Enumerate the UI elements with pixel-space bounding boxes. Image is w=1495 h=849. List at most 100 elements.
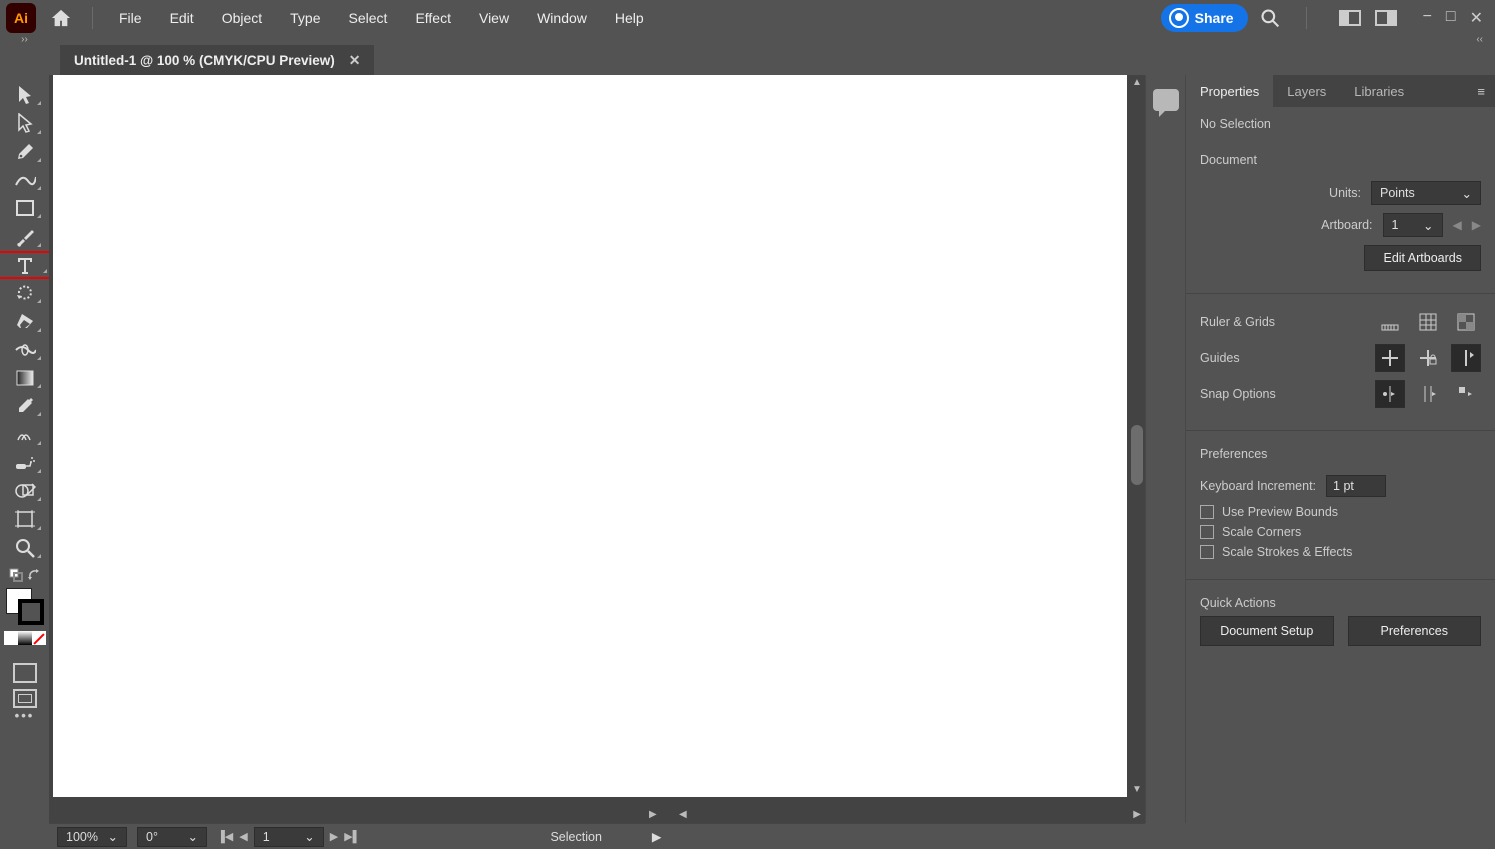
next-artboard-icon[interactable]: ▶ [1472,218,1481,232]
preferences-button[interactable]: Preferences [1348,616,1482,646]
zoom-level-dropdown[interactable]: 100% ⌄ [57,827,127,847]
first-artboard-icon[interactable]: ▐◀ [217,830,233,843]
artboard[interactable] [53,75,1127,797]
swap-fill-stroke-icon[interactable] [27,568,41,582]
fill-stroke-control[interactable] [6,588,44,625]
menu-help[interactable]: Help [603,4,656,32]
canvas-viewport[interactable]: ▲ ▼ [49,75,1145,807]
symbol-sprayer-tool[interactable] [3,449,47,477]
edit-toolbar-icon[interactable]: ••• [15,708,35,723]
vertical-scrollbar[interactable]: ▲ ▼ [1129,75,1145,797]
paintbrush-tool[interactable] [3,222,47,250]
scroll-right-icon[interactable]: ▶ [649,809,657,820]
close-document-icon[interactable]: ✕ [349,52,361,69]
snap-grid-icon[interactable] [1413,380,1443,408]
chevron-down-icon: ⌄ [108,829,118,844]
next-artboard-icon[interactable]: ▶ [330,830,338,843]
window-minimize-icon[interactable]: − [1423,8,1432,28]
eraser-tool[interactable] [3,307,47,335]
zoom-tool[interactable] [3,534,47,562]
document-tab[interactable]: Untitled-1 @ 100 % (CMYK/CPU Preview) ✕ [60,45,374,75]
scale-strokes-checkbox[interactable]: Scale Strokes & Effects [1200,545,1481,559]
snap-point-icon[interactable] [1375,380,1405,408]
search-button[interactable] [1260,8,1280,28]
menubar-separator-2 [1306,7,1307,29]
stroke-swatch[interactable] [18,599,44,625]
keyboard-increment-input[interactable]: 1 pt [1326,475,1386,497]
color-mode-solid-icon[interactable] [4,631,18,645]
artboard-dropdown[interactable]: 1 ⌄ [1383,213,1443,237]
document-tab-bar: Untitled-1 @ 100 % (CMYK/CPU Preview) ✕ [0,45,1495,75]
tab-properties[interactable]: Properties [1186,75,1273,107]
use-preview-bounds-checkbox[interactable]: Use Preview Bounds [1200,505,1481,519]
menu-edit[interactable]: Edit [158,4,206,32]
rectangle-tool[interactable] [3,194,47,222]
workspace-layout-a-icon[interactable] [1339,10,1361,26]
share-label: Share [1195,10,1234,26]
prev-artboard-icon[interactable]: ◀ [1453,218,1462,232]
selection-tool[interactable] [3,81,47,109]
horizontal-scrollbar[interactable]: ▶ ◀ ▶ [49,807,1145,823]
curvature-tool[interactable] [3,166,47,194]
window-maximize-icon[interactable]: □ [1446,8,1456,28]
menu-effect[interactable]: Effect [403,4,463,32]
units-dropdown[interactable]: Points ⌄ [1371,181,1481,205]
scroll-down-icon[interactable]: ▼ [1132,784,1142,795]
workspace-layout-b-icon[interactable] [1375,10,1397,26]
scroll-right-stop-icon[interactable]: ▶ [1133,809,1141,820]
shape-builder-tool[interactable] [3,477,47,505]
menu-select[interactable]: Select [337,4,400,32]
comments-panel-icon[interactable] [1153,89,1179,111]
artboard-nav-dropdown[interactable]: 1 ⌄ [254,827,324,847]
width-tool[interactable] [3,336,47,364]
rotate-view-dropdown[interactable]: 0° ⌄ [137,827,207,847]
main-area: ••• ▲ ▼ ▶ ◀ ▶ Properties Layers Librarie… [0,75,1495,823]
panel-collapse-icon[interactable]: ‹‹ [1145,35,1495,45]
smart-guides-icon[interactable] [1451,344,1481,372]
menu-type[interactable]: Type [278,4,332,32]
guides-lock-icon[interactable] [1413,344,1443,372]
menubar: Ai File Edit Object Type Select Effect V… [0,0,1495,35]
menu-view[interactable]: View [467,4,521,32]
panel-menu-icon[interactable]: ≡ [1467,75,1495,107]
menu-window[interactable]: Window [525,4,599,32]
share-button[interactable]: Share [1161,4,1248,32]
blend-tool[interactable] [3,420,47,448]
eyedropper-tool[interactable] [3,392,47,420]
scale-corners-checkbox[interactable]: Scale Corners [1200,525,1481,539]
scroll-left-stop-icon[interactable]: ◀ [679,809,687,820]
home-button[interactable] [44,1,78,35]
scale-corners-label: Scale Corners [1222,525,1301,539]
vertical-scrollbar-thumb[interactable] [1131,425,1143,485]
window-close-icon[interactable]: ✕ [1470,8,1483,28]
snap-pixel-icon[interactable] [1451,380,1481,408]
rulers-toggle-icon[interactable] [1375,308,1405,336]
artboard-tool[interactable] [3,505,47,533]
screen-mode-icon[interactable] [13,689,37,709]
gradient-tool[interactable] [3,364,47,392]
transparency-grid-icon[interactable] [1451,308,1481,336]
draw-mode-icon[interactable] [13,663,37,683]
color-mode-none-icon[interactable] [32,631,46,645]
direct-selection-tool[interactable] [3,109,47,137]
guides-show-icon[interactable] [1375,344,1405,372]
menu-file[interactable]: File [107,4,154,32]
tab-layers[interactable]: Layers [1273,75,1340,107]
edit-artboards-button[interactable]: Edit Artboards [1364,245,1481,271]
default-fill-stroke-icon[interactable] [9,568,23,582]
pen-tool[interactable] [3,138,47,166]
units-label: Units: [1329,186,1361,200]
toolbox-collapse-icon[interactable]: ›› [0,35,49,45]
type-tool[interactable] [0,251,55,279]
color-mode-gradient-icon[interactable] [18,631,32,645]
scroll-up-icon[interactable]: ▲ [1132,77,1142,88]
grid-toggle-icon[interactable] [1413,308,1443,336]
menu-object[interactable]: Object [210,4,274,32]
keyboard-increment-label: Keyboard Increment: [1200,479,1316,493]
prev-artboard-icon[interactable]: ◀ [239,830,247,843]
tab-libraries[interactable]: Libraries [1340,75,1418,107]
status-flyout-icon[interactable]: ▶ [652,829,662,844]
document-setup-button[interactable]: Document Setup [1200,616,1334,646]
last-artboard-icon[interactable]: ▶▌ [344,830,360,843]
rotate-tool[interactable] [3,279,47,307]
